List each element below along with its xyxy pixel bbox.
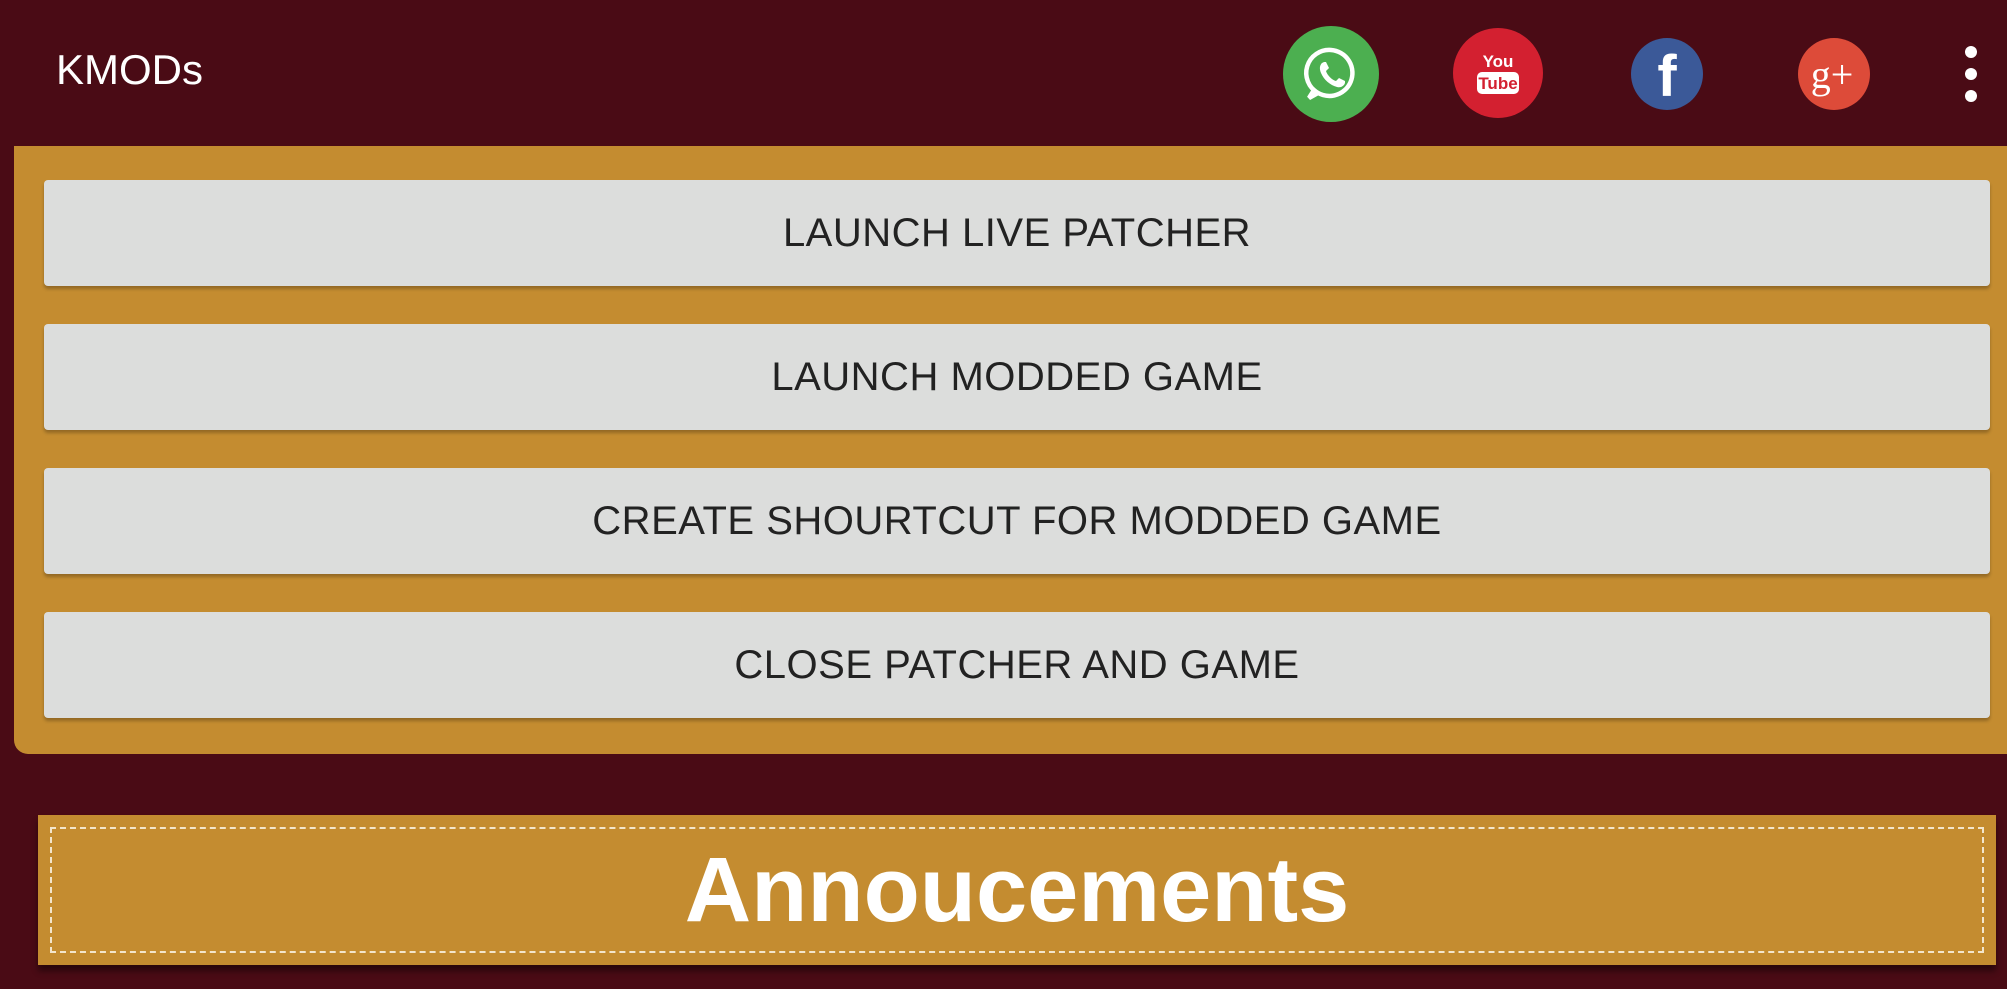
more-options-icon[interactable] [1960,46,1982,102]
launch-modded-game-button[interactable]: LAUNCH MODDED GAME [44,324,1990,430]
close-patcher-button[interactable]: CLOSE PATCHER AND GAME [44,612,1990,718]
youtube-icon[interactable]: You Tube [1453,28,1543,118]
app-bar: KMODs You Tube f g+ [0,0,2007,146]
youtube-text-bottom: Tube [1478,74,1517,93]
announcements-border: Annoucements [50,827,1984,953]
create-shortcut-button[interactable]: CREATE SHOURTCUT FOR MODDED GAME [44,468,1990,574]
google-plus-icon[interactable]: g+ [1798,38,1870,110]
facebook-icon[interactable]: f [1631,38,1703,110]
announcements-title: Annoucements [684,838,1350,941]
launch-live-patcher-button[interactable]: LAUNCH LIVE PATCHER [44,180,1990,286]
whatsapp-icon[interactable] [1283,26,1379,122]
youtube-text-top: You [1483,52,1514,71]
facebook-glyph: f [1657,44,1677,109]
actions-panel: LAUNCH LIVE PATCHER LAUNCH MODDED GAME C… [14,146,2007,754]
app-title: KMODs [56,46,203,93]
announcements-banner: Annoucements [38,815,1996,965]
google-plus-glyph: g+ [1811,52,1854,97]
